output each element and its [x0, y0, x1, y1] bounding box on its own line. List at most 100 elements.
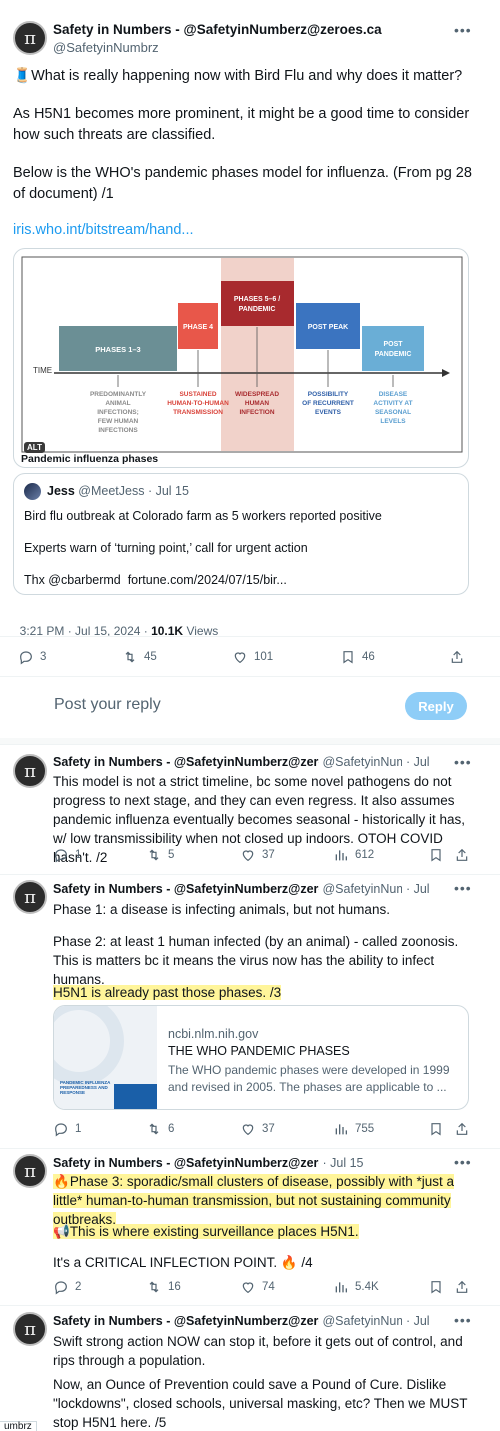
share-button[interactable] — [454, 1279, 470, 1295]
avatar[interactable]: π — [13, 21, 47, 55]
post-date[interactable]: · Jul 15 — [322, 1156, 363, 1170]
more-options-icon[interactable]: ••• — [454, 880, 472, 896]
desc4-line: EVENTS — [315, 409, 342, 416]
desc4-line: OF RECURRENT — [302, 400, 354, 407]
author-handle[interactable]: @SafetyinNuml — [322, 1314, 402, 1328]
link-card[interactable]: PANDEMIC INFLUENZA PREPAREDNESS AND RESP… — [53, 1005, 469, 1110]
phase-4-label: PHASE 4 — [183, 324, 213, 331]
views-chart-icon — [335, 1124, 347, 1135]
quote-avatar[interactable] — [24, 483, 41, 500]
share-button[interactable] — [454, 1121, 470, 1137]
repost-button[interactable]: 45 — [122, 649, 157, 665]
views-button[interactable]: 5.4K — [333, 1279, 379, 1295]
pandemic-phases-diagram: PHASES 1–3 PHASE 4 PHASES 5–6 / PANDEMIC… — [21, 256, 463, 453]
desc2-line: SUSTAINED — [179, 391, 216, 398]
avatar[interactable]: π — [13, 1312, 47, 1346]
reply-icon — [55, 1123, 67, 1137]
tweet-link[interactable]: iris.who.int/bitstream/hand... — [13, 220, 194, 241]
quote-author-name[interactable]: Jess — [47, 484, 75, 498]
bookmark-icon — [431, 849, 441, 862]
repost-icon — [149, 1281, 159, 1293]
link-card-title: THE WHO PANDEMIC PHASES — [168, 1044, 350, 1058]
desc3-line: HUMAN — [245, 400, 269, 407]
phase-5-6-label-2: PANDEMIC — [239, 306, 276, 313]
post-date[interactable]: · Jul 15 — [406, 755, 433, 769]
repost-button[interactable]: 6 — [146, 1121, 174, 1137]
hover-tooltip: umbrz — [0, 1421, 37, 1431]
like-button[interactable]: 37 — [240, 847, 275, 863]
reply-icon — [20, 651, 32, 665]
heart-icon — [242, 850, 254, 862]
bookmark-icon — [343, 651, 353, 664]
post-pandemic-box — [362, 326, 424, 371]
quote-date[interactable]: · Jul 15 — [148, 484, 189, 498]
reply-input[interactable]: Post your reply — [54, 696, 161, 714]
alt-badge[interactable]: ALT — [24, 442, 45, 453]
views-button[interactable]: 755 — [333, 1121, 374, 1137]
repost-icon — [125, 651, 135, 663]
quoted-tweet[interactable]: Jess @MeetJess · Jul 15 Bird flu outbrea… — [13, 473, 469, 595]
share-icon — [451, 650, 463, 663]
like-button[interactable]: 74 — [240, 1279, 275, 1295]
heart-icon — [242, 1282, 254, 1294]
avatar[interactable]: π — [13, 1154, 47, 1188]
quote-line-1: Bird flu outbreak at Colorado farm as 5 … — [24, 509, 382, 523]
reply-button[interactable]: 1 — [53, 847, 81, 863]
reply-header: Safety in Numbers - @SafetyinNumberz@zer… — [53, 1156, 433, 1170]
share-icon — [456, 848, 468, 861]
reply-button[interactable]: 3 — [18, 649, 46, 665]
more-options-icon[interactable]: ••• — [454, 22, 472, 38]
avatar[interactable]: π — [13, 880, 47, 914]
like-button[interactable]: 101 — [232, 649, 273, 665]
avatar[interactable]: π — [13, 754, 47, 788]
author-name[interactable]: Safety in Numbers - @SafetyinNumberz@zer… — [53, 22, 423, 37]
reply-text-p3: H5N1 is already past those phases. /3 — [53, 983, 478, 1002]
author-name[interactable]: Safety in Numbers - @SafetyinNumberz@zer… — [53, 1314, 319, 1328]
author-handle[interactable]: @SafetyinNumbrz — [53, 40, 159, 55]
share-button[interactable] — [454, 847, 470, 863]
tweet-timestamp[interactable]: 3:21 PM · Jul 15, 2024 · 10.1K Views — [13, 610, 219, 638]
repost-icon — [149, 1123, 159, 1135]
bookmark-button[interactable] — [428, 1279, 444, 1295]
bookmark-button[interactable]: 46 — [340, 649, 375, 665]
author-name[interactable]: Safety in Numbers - @SafetyinNumberz@zer… — [53, 1156, 319, 1170]
reply-button[interactable]: 2 — [53, 1279, 81, 1295]
more-options-icon[interactable]: ••• — [454, 1154, 472, 1170]
bookmark-button[interactable] — [428, 847, 444, 863]
desc5-line: LEVELS — [380, 418, 406, 425]
reply-icon — [55, 849, 67, 863]
megaphone-emoji: 📢 — [53, 1224, 70, 1239]
like-button[interactable]: 37 — [240, 1121, 275, 1137]
views-chart-icon — [335, 1282, 347, 1293]
author-name[interactable]: Safety in Numbers - @SafetyinNumberz@zer… — [53, 755, 319, 769]
time-label: TIME — [33, 366, 52, 375]
views-button[interactable]: 612 — [333, 847, 374, 863]
repost-button[interactable]: 16 — [146, 1279, 181, 1295]
views-chart-icon — [335, 850, 347, 861]
desc1-line: PREDOMINANTLY — [90, 391, 147, 398]
phase-5-6-box — [221, 281, 294, 326]
author-name[interactable]: Safety in Numbers - @SafetyinNumberz@zer… — [53, 882, 319, 896]
repost-button[interactable]: 5 — [146, 847, 174, 863]
author-handle[interactable]: @SafetyinNuml — [322, 882, 402, 896]
author-handle[interactable]: @SafetyinNuml — [322, 755, 402, 769]
phase-5-6-label-1: PHASES 5–6 / — [234, 296, 280, 303]
link-card-domain: ncbi.nlm.nih.gov — [168, 1027, 259, 1041]
tweet-image[interactable]: PHASES 1–3 PHASE 4 PHASES 5–6 / PANDEMIC… — [13, 248, 469, 468]
bookmark-button[interactable] — [428, 1121, 444, 1137]
heart-icon — [234, 652, 246, 664]
reply-text-p2: 📢This is where existing surveillance pla… — [53, 1222, 478, 1241]
reply-submit-button[interactable]: Reply — [405, 692, 467, 720]
reply-button[interactable]: 1 — [53, 1121, 81, 1137]
reply-header: Safety in Numbers - @SafetyinNumberz@zer… — [53, 755, 433, 769]
fire-emoji: 🔥 — [53, 1174, 70, 1189]
post-date[interactable]: · Jul 15 — [406, 882, 433, 896]
more-options-icon[interactable]: ••• — [454, 754, 472, 770]
share-button[interactable] — [449, 649, 465, 665]
quote-author-handle[interactable]: @MeetJess — [78, 484, 144, 498]
reply-text-p1: 🔥Phase 3: sporadic/small clusters of dis… — [53, 1172, 478, 1229]
more-options-icon[interactable]: ••• — [454, 1312, 472, 1328]
share-icon — [456, 1280, 468, 1293]
bookmark-icon — [431, 1123, 441, 1136]
post-date[interactable]: · Jul 15 — [406, 1314, 433, 1328]
